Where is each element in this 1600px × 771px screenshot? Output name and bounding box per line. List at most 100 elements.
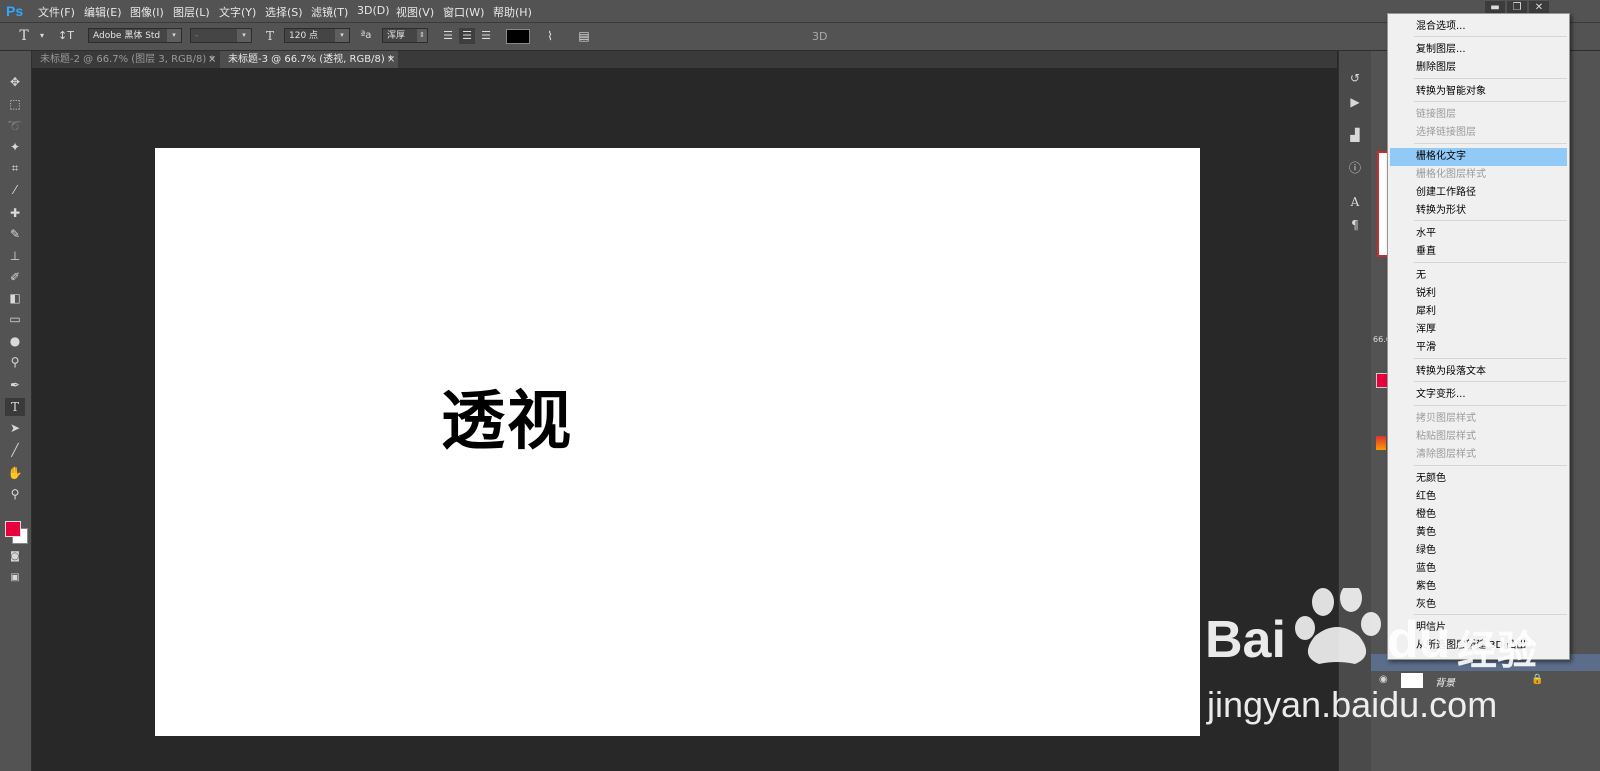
- type-tool-icon[interactable]: T: [5, 398, 25, 416]
- menu-edit[interactable]: 编辑(E): [84, 4, 122, 20]
- warp-text-icon[interactable]: ⌇: [542, 28, 558, 44]
- histogram-panel-icon[interactable]: ▟: [1345, 126, 1365, 144]
- tab-document-2[interactable]: 未标题-2 @ 66.7% (图层 3, RGB/8) * ×: [32, 51, 220, 68]
- watermark-cn: 经验: [1457, 628, 1537, 674]
- marquee-tool-icon[interactable]: ⬚: [5, 95, 25, 113]
- tab-label: 未标题-2 @ 66.7% (图层 3, RGB/8) *: [40, 54, 215, 65]
- context-menu-item: 栅格化图层样式: [1416, 169, 1486, 180]
- context-menu-item[interactable]: 无: [1388, 267, 1569, 285]
- crop-tool-icon[interactable]: ⌗: [5, 159, 25, 177]
- document-canvas[interactable]: [155, 148, 1200, 736]
- chevron-down-icon[interactable]: ▾: [34, 28, 50, 44]
- blur-tool-icon[interactable]: ●: [5, 332, 25, 350]
- eraser-tool-icon[interactable]: ◧: [5, 289, 25, 307]
- chevron-down-icon: ▾: [167, 29, 181, 42]
- menu-separator: [1414, 465, 1567, 466]
- context-menu-item: 拷贝图层样式: [1416, 413, 1476, 424]
- context-menu-item[interactable]: 橙色: [1388, 506, 1569, 524]
- context-menu-item[interactable]: 黄色: [1388, 524, 1569, 542]
- context-menu-item[interactable]: 复制图层...: [1388, 41, 1569, 59]
- context-menu-item[interactable]: 转换为段落文本: [1388, 363, 1569, 381]
- context-menu-item[interactable]: 删除图层: [1388, 59, 1569, 77]
- screen-mode-icon[interactable]: ▣: [5, 569, 25, 587]
- layer-context-menu: 混合选项... 复制图层... 删除图层 转换为智能对象 链接图层 选择链接图层 栅格化文字…: [1387, 13, 1570, 660]
- foreground-color-swatch[interactable]: [5, 521, 21, 537]
- context-menu-item[interactable]: 犀利: [1388, 303, 1569, 321]
- text-orientation-icon[interactable]: ↕T: [58, 28, 74, 44]
- pen-tool-icon[interactable]: ✒: [5, 376, 25, 394]
- menu-help[interactable]: 帮助(H): [493, 4, 532, 20]
- menu-file[interactable]: 文件(F): [38, 4, 75, 20]
- healing-brush-tool-icon[interactable]: ✚: [5, 204, 25, 222]
- menu-image[interactable]: 图像(I): [130, 4, 164, 20]
- context-menu-item[interactable]: 绿色: [1388, 542, 1569, 560]
- 3d-mode-label[interactable]: 3D: [812, 30, 827, 43]
- menu-select[interactable]: 选择(S): [265, 4, 303, 20]
- canvas-text-layer[interactable]: 透视: [441, 370, 573, 462]
- line-tool-icon[interactable]: ╱: [5, 441, 25, 459]
- context-menu-item[interactable]: 创建工作路径: [1388, 184, 1569, 202]
- context-menu-item[interactable]: 栅格化文字: [1390, 148, 1567, 166]
- lasso-tool-icon[interactable]: ➰: [5, 117, 25, 135]
- type-tool-preset[interactable]: T: [16, 28, 32, 44]
- close-icon[interactable]: ×: [387, 51, 395, 68]
- dodge-tool-icon[interactable]: ⚲: [5, 353, 25, 371]
- path-selection-tool-icon[interactable]: ➤: [5, 419, 25, 437]
- zoom-tool-icon[interactable]: ⚲: [5, 485, 25, 503]
- gradient-tool-icon[interactable]: ▭: [5, 310, 25, 328]
- brush-tool-icon[interactable]: ✎: [5, 225, 25, 243]
- hand-tool-icon[interactable]: ✋: [5, 464, 25, 482]
- context-menu-item[interactable]: 水平: [1388, 225, 1569, 243]
- menu-type[interactable]: 文字(Y): [219, 4, 256, 20]
- menu-separator: [1414, 358, 1567, 359]
- quick-mask-icon[interactable]: ◙: [5, 548, 25, 566]
- menu-separator: [1414, 36, 1567, 37]
- move-tool-icon[interactable]: ✥: [5, 73, 25, 91]
- context-menu-item[interactable]: 蓝色: [1388, 560, 1569, 578]
- font-size-select[interactable]: 120 点 ▾: [284, 28, 350, 43]
- chevron-down-icon: ▾: [335, 29, 349, 42]
- paragraph-panel-icon[interactable]: ¶: [1345, 216, 1365, 234]
- context-menu-item[interactable]: 转换为智能对象: [1388, 83, 1569, 101]
- history-brush-tool-icon[interactable]: ✐: [5, 268, 25, 286]
- context-menu-item[interactable]: 无颜色: [1388, 470, 1569, 488]
- text-color-swatch[interactable]: [506, 29, 530, 44]
- menu-3d[interactable]: 3D(D): [357, 4, 390, 17]
- character-panel-icon[interactable]: ▤: [576, 28, 592, 44]
- context-menu-item: 链接图层: [1416, 109, 1456, 120]
- tab-document-3[interactable]: 未标题-3 @ 66.7% (透视, RGB/8) * ×: [220, 51, 398, 68]
- menu-layer[interactable]: 图层(L): [173, 4, 210, 20]
- align-left-icon[interactable]: ☰: [440, 28, 456, 44]
- stamp-tool-icon[interactable]: ⊥: [5, 247, 25, 265]
- context-menu-item[interactable]: 锐利: [1388, 285, 1569, 303]
- magic-wand-tool-icon[interactable]: ✦: [5, 138, 25, 156]
- align-right-icon[interactable]: ☰: [478, 28, 494, 44]
- context-menu-item[interactable]: 红色: [1388, 488, 1569, 506]
- photoshop-logo: Ps: [6, 3, 24, 19]
- context-menu-item[interactable]: 平滑: [1388, 339, 1569, 357]
- character-panel-icon[interactable]: A: [1345, 193, 1365, 211]
- history-panel-icon[interactable]: ↺: [1345, 69, 1365, 87]
- color-spectrum[interactable]: [1376, 436, 1386, 450]
- context-menu-item[interactable]: 转换为形状: [1388, 202, 1569, 220]
- tab-label: 未标题-3 @ 66.7% (透视, RGB/8) *: [228, 54, 393, 65]
- font-family-select[interactable]: Adobe 黑体 Std ▾: [88, 28, 182, 43]
- font-style-select[interactable]: - ▾: [190, 28, 252, 43]
- context-menu-item[interactable]: 浑厚: [1388, 321, 1569, 339]
- menu-view[interactable]: 视图(V): [396, 4, 434, 20]
- antialias-select[interactable]: 浑厚 ⇕: [382, 28, 428, 43]
- actions-panel-icon[interactable]: ▶: [1345, 93, 1365, 111]
- menu-separator: [1414, 143, 1567, 144]
- eyedropper-tool-icon[interactable]: ⁄: [5, 181, 25, 199]
- context-menu-item[interactable]: 文字变形...: [1388, 386, 1569, 404]
- menu-separator: [1414, 381, 1567, 382]
- info-panel-icon[interactable]: ⓘ: [1345, 159, 1365, 177]
- context-menu-item[interactable]: 混合选项...: [1388, 18, 1569, 36]
- align-center-icon[interactable]: ☰: [459, 28, 475, 44]
- chevron-updown-icon: ⇕: [417, 29, 427, 42]
- menu-window[interactable]: 窗口(W): [443, 4, 484, 20]
- menu-filter[interactable]: 滤镜(T): [311, 4, 348, 20]
- close-icon[interactable]: ×: [208, 51, 216, 68]
- baidu-watermark: Bai du 经验 jingyan.baidu.com: [1205, 584, 1600, 758]
- context-menu-item[interactable]: 垂直: [1388, 243, 1569, 261]
